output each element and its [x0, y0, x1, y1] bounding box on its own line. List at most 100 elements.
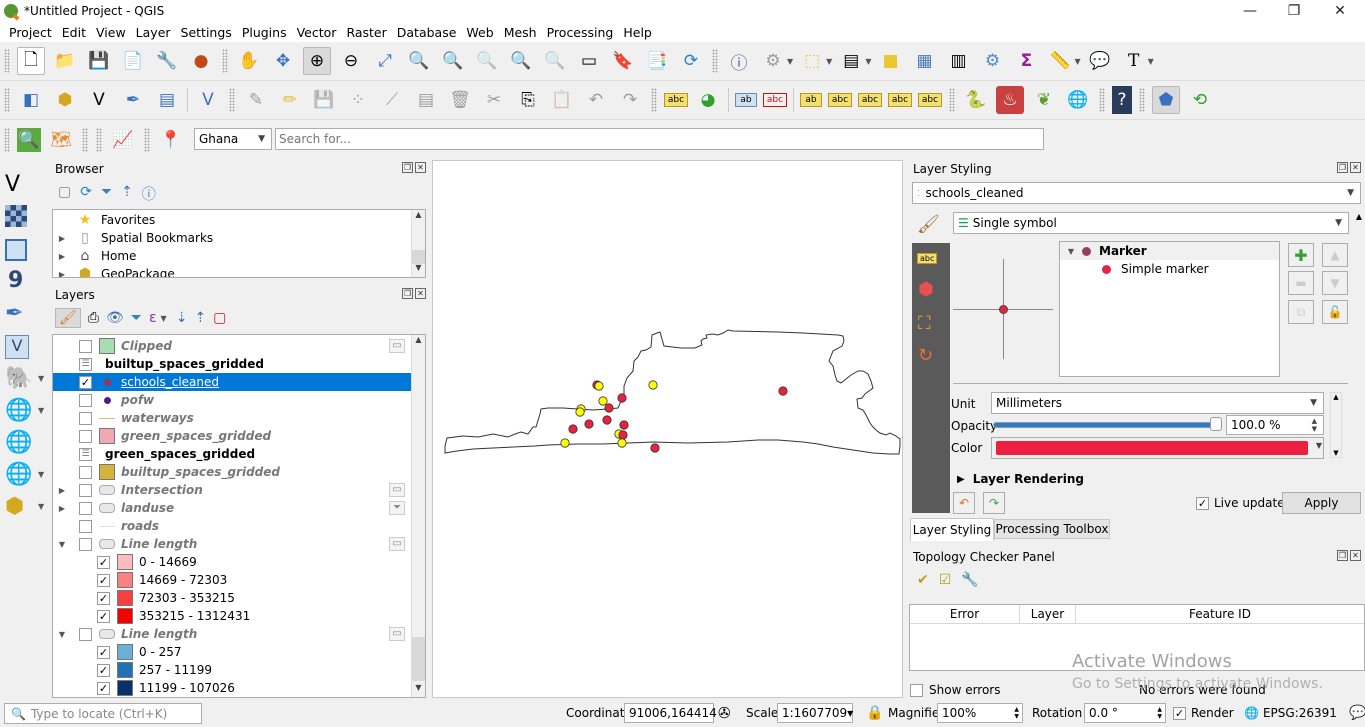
browser-item[interactable]: ▶ ⬢ GeoPackage	[53, 265, 425, 277]
layer-visibility-checkbox[interactable]: ✓	[97, 681, 110, 695]
map-canvas[interactable]	[432, 160, 903, 698]
layer-visibility-checkbox[interactable]	[79, 501, 92, 515]
text-annotation-icon[interactable]: T	[1120, 47, 1148, 75]
diagrams-tab-icon[interactable]: ⛶	[918, 313, 931, 334]
configure-rules-icon[interactable]: 🔧	[961, 572, 978, 588]
move-up-button[interactable]: ▲	[1322, 243, 1348, 267]
embedded-indicator-icon[interactable]: ▭	[389, 483, 405, 497]
zoom-native-icon[interactable]: 🔍	[473, 47, 501, 75]
column-layer[interactable]: Layer	[1020, 605, 1076, 623]
menu-raster[interactable]: Raster	[341, 25, 391, 40]
school-point-red[interactable]	[604, 403, 614, 413]
redo-icon[interactable]: ↷	[616, 86, 644, 114]
layer-row[interactable]: ▼ Line length ▭	[53, 625, 425, 643]
menu-help[interactable]: Help	[618, 25, 657, 40]
refresh-icon[interactable]: ⟳	[80, 184, 92, 204]
highlight-pinned-labels-icon[interactable]: ab	[735, 93, 757, 107]
zoom-next-icon[interactable]: 🔍	[541, 47, 569, 75]
messages-icon[interactable]: 💬	[1349, 703, 1365, 723]
identify-features-icon[interactable]: ⓘ	[725, 47, 753, 75]
menu-web[interactable]: Web	[461, 25, 498, 40]
symbol-tree-row-simple-marker[interactable]: Simple marker	[1060, 260, 1279, 278]
collapse-all-icon[interactable]: ⇡	[121, 184, 133, 204]
history-tab-icon[interactable]: ↻	[918, 345, 933, 366]
school-point-red[interactable]	[617, 393, 627, 403]
zoom-last-icon[interactable]: 🔍	[507, 47, 535, 75]
filter-icon[interactable]: ⏷	[101, 184, 112, 204]
add-group-icon[interactable]: ⎙	[88, 310, 99, 326]
new-map-view-icon[interactable]: ▭	[575, 47, 603, 75]
add-wfs-layer-icon[interactable]: 🌐	[5, 462, 32, 487]
layer-visibility-checkbox[interactable]	[79, 411, 92, 425]
qgis-plugin-icon[interactable]: ❦	[1030, 86, 1058, 114]
add-postgis-layer-icon[interactable]: 🐘	[5, 366, 32, 391]
spin-arrows-icon[interactable]: ▲ ▼	[1014, 706, 1019, 720]
school-point-red[interactable]	[619, 420, 629, 430]
expand-arrow-icon[interactable]: ▶	[57, 486, 67, 495]
deselect-all-icon[interactable]: ■	[876, 47, 904, 75]
layer-visibility-checkbox[interactable]	[79, 465, 92, 479]
menu-view[interactable]: View	[91, 25, 131, 40]
layer-visibility-checkbox[interactable]	[79, 339, 92, 353]
school-point-yellow[interactable]	[560, 438, 570, 448]
run-feature-action-icon[interactable]: ⚙	[759, 47, 787, 75]
style-manager-icon[interactable]: ●	[187, 47, 215, 75]
expand-arrow-icon[interactable]: ▶	[57, 504, 67, 513]
layer-visibility-checkbox[interactable]	[79, 393, 92, 407]
new-bookmark-icon[interactable]: 🔖	[609, 47, 637, 75]
zoom-full-icon[interactable]: ⤢	[371, 47, 399, 75]
delete-selected-icon[interactable]: 🗑	[446, 86, 474, 114]
refresh-icon[interactable]: ⟳	[677, 47, 705, 75]
add-virtual-layer-icon[interactable]: V	[5, 335, 29, 359]
close-panel-icon[interactable]: ✕	[1350, 162, 1361, 173]
layer-visibility-checkbox[interactable]: ✓	[97, 555, 110, 569]
toggle-extents-icon[interactable]: ✇	[718, 703, 731, 723]
minimize-button[interactable]: —	[1227, 0, 1273, 22]
collapse-all-icon[interactable]: ⇡	[194, 310, 206, 326]
measure-line-icon[interactable]: 📏	[1046, 47, 1074, 75]
add-spatialite-layer-icon[interactable]: ✒	[5, 301, 23, 326]
paste-features-icon[interactable]: 📋	[548, 86, 576, 114]
school-point-red[interactable]	[650, 443, 660, 453]
dropdown-arrow-icon[interactable]: ▼	[38, 374, 44, 383]
layer-row[interactable]: ▼ Line length ▭	[53, 535, 425, 553]
legend-class-row[interactable]: ✓ 353215 - 1312431	[53, 607, 425, 625]
search-input[interactable]	[275, 128, 1044, 150]
embedded-indicator-icon[interactable]: ▭	[389, 339, 405, 353]
map-paint-icon[interactable]: 🗺	[47, 126, 75, 154]
show-hide-labels-icon[interactable]: ab	[800, 93, 822, 107]
new-project-icon[interactable]: 🗋	[17, 47, 45, 75]
undo-style-button[interactable]: ↶	[953, 492, 975, 514]
dropdown-arrow-icon[interactable]: ▼	[1148, 57, 1154, 66]
float-panel-icon[interactable]: ❐	[402, 288, 413, 299]
add-symbol-layer-button[interactable]: ✚	[1288, 243, 1314, 267]
add-geonode-layer-icon[interactable]: ⬢	[5, 494, 24, 519]
lock-scale-icon[interactable]: 🔒	[866, 703, 883, 723]
legend-class-row[interactable]: ✓ 11199 - 107026	[53, 679, 425, 697]
legend-class-row[interactable]: ✓ 0 - 14669	[53, 553, 425, 571]
menu-project[interactable]: Project	[4, 25, 57, 40]
layer-visibility-checkbox[interactable]	[79, 627, 92, 641]
properties-scrollbar[interactable]: ▲ ▼	[1330, 392, 1342, 458]
add-selected-layers-icon[interactable]: ▢	[58, 184, 71, 204]
select-by-value-icon[interactable]: ▤	[837, 47, 865, 75]
school-point-yellow[interactable]	[575, 407, 585, 417]
tab-processing-toolbox[interactable]: Processing Toolbox	[994, 519, 1110, 539]
python-console-icon[interactable]: 🐍	[962, 86, 990, 114]
locator-combo[interactable]: Ghana ▼	[194, 128, 272, 150]
lock-color-button[interactable]: 🔓	[1322, 300, 1348, 324]
float-panel-icon[interactable]: ❐	[1337, 550, 1348, 561]
help-icon[interactable]: ?	[1112, 86, 1132, 114]
add-raster-layer-icon[interactable]	[5, 205, 27, 227]
dropdown-arrow-icon[interactable]: ▼	[38, 470, 44, 479]
menu-layer[interactable]: Layer	[131, 25, 176, 40]
pan-to-selection-icon[interactable]: ✥	[269, 47, 297, 75]
dropdown-arrow-icon[interactable]: ▼	[1074, 57, 1080, 66]
layer-row[interactable]: waterways	[53, 409, 425, 427]
layer-row[interactable]: roads	[53, 517, 425, 535]
toggle-editing-icon[interactable]: ✏	[276, 86, 304, 114]
topology-checker-icon[interactable]: ⬟	[1152, 86, 1180, 114]
new-shapefile-layer-icon[interactable]: V	[85, 86, 113, 114]
dropdown-arrow-icon[interactable]: ▼	[826, 57, 832, 66]
attribute-table-icon[interactable]: ▦	[910, 47, 938, 75]
